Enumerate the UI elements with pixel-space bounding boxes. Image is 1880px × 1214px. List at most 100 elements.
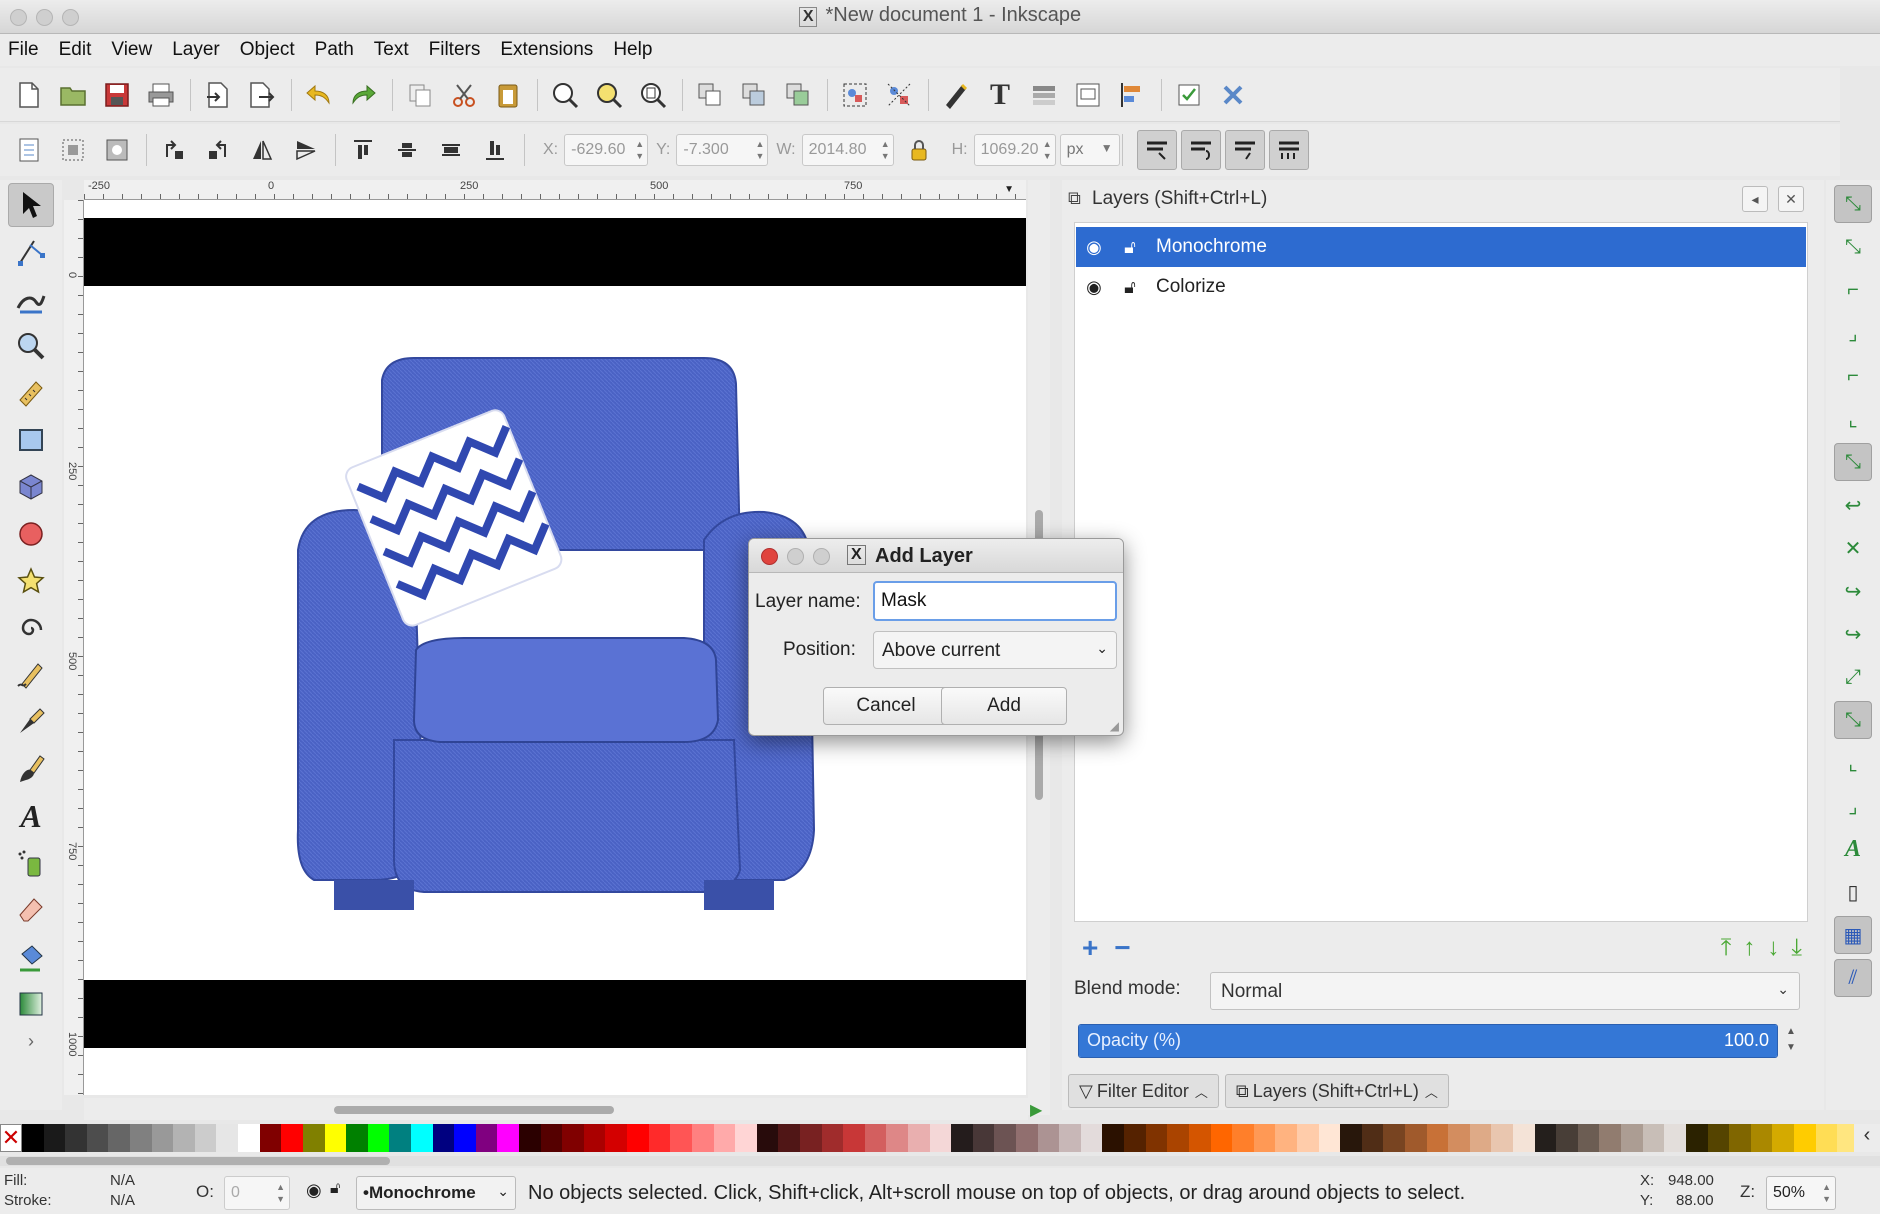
scale-corners-toggle[interactable] xyxy=(1180,130,1221,170)
color-swatch[interactable] xyxy=(302,1124,325,1152)
color-swatch[interactable] xyxy=(238,1124,260,1152)
color-swatch[interactable] xyxy=(475,1124,498,1152)
color-swatch[interactable] xyxy=(43,1124,66,1152)
no-paint-swatch[interactable]: ✕ xyxy=(0,1124,22,1152)
height-spinner-icon[interactable]: ▲ ▼ xyxy=(1043,138,1052,162)
blend-mode-select[interactable]: Normal ⌄ xyxy=(1210,972,1800,1010)
snap-center-icon[interactable]: ⌞ xyxy=(1834,744,1872,782)
new-document-icon[interactable] xyxy=(12,78,46,112)
raise-to-top-icon[interactable] xyxy=(346,133,380,167)
menu-edit[interactable]: Edit xyxy=(59,39,92,61)
snap-bbox-corner-icon[interactable]: ⌟ xyxy=(1834,314,1872,352)
tab-filter-editor[interactable]: ▽ Filter Editor ︿ xyxy=(1068,1074,1219,1108)
color-swatch[interactable] xyxy=(1296,1124,1319,1152)
color-swatch[interactable] xyxy=(1253,1124,1276,1152)
color-swatch[interactable] xyxy=(1016,1124,1038,1152)
menu-layer[interactable]: Layer xyxy=(172,39,220,61)
text-tool-icon[interactable]: A xyxy=(8,794,54,838)
color-swatch[interactable] xyxy=(1037,1124,1060,1152)
color-swatch[interactable] xyxy=(1707,1124,1730,1152)
ellipse-tool-icon[interactable] xyxy=(8,512,54,556)
spray-tool-icon[interactable] xyxy=(8,841,54,885)
dock-iconify-button[interactable]: ◂ xyxy=(1742,186,1768,212)
snap-text-baseline-icon[interactable]: A xyxy=(1834,830,1872,868)
paste-icon[interactable] xyxy=(491,78,525,112)
redo-icon[interactable] xyxy=(346,78,380,112)
color-swatch[interactable] xyxy=(778,1124,800,1152)
align-distribute-icon[interactable] xyxy=(1115,78,1149,112)
add-button[interactable]: Add xyxy=(941,687,1067,725)
snap-grid-icon[interactable]: ▦ xyxy=(1834,916,1872,954)
opacity-slider[interactable]: Opacity (%) 100.0 xyxy=(1078,1024,1778,1058)
color-swatch[interactable] xyxy=(583,1124,606,1152)
color-swatch[interactable] xyxy=(367,1124,390,1152)
color-swatch[interactable] xyxy=(1405,1124,1427,1152)
color-swatch[interactable] xyxy=(1513,1124,1535,1152)
export-icon[interactable] xyxy=(245,78,279,112)
snap-path-icon[interactable]: ↩ xyxy=(1834,486,1872,524)
color-swatch[interactable] xyxy=(22,1124,44,1152)
color-swatch[interactable] xyxy=(1383,1124,1405,1152)
palette-scroll-thumb[interactable] xyxy=(6,1157,390,1165)
palette-menu-icon[interactable]: ‹ xyxy=(1854,1124,1880,1152)
color-swatch[interactable] xyxy=(216,1124,239,1152)
dock-close-button[interactable]: ✕ xyxy=(1778,186,1804,212)
menu-text[interactable]: Text xyxy=(374,39,409,61)
cut-icon[interactable] xyxy=(447,78,481,112)
color-swatch[interactable] xyxy=(1815,1124,1838,1152)
import-icon[interactable] xyxy=(201,78,235,112)
color-swatch[interactable] xyxy=(194,1124,217,1152)
color-swatch[interactable] xyxy=(1642,1124,1665,1152)
lower-to-bottom-icon[interactable] xyxy=(478,133,512,167)
tab-layers[interactable]: ⧉ Layers (Shift+Ctrl+L) ︿ xyxy=(1224,1074,1449,1108)
group-icon[interactable] xyxy=(838,78,872,112)
color-managed-icon[interactable]: ▶ xyxy=(1030,1100,1042,1120)
snap-smooth-icon[interactable]: ↪ xyxy=(1834,615,1872,653)
snap-page-icon[interactable]: ▯ xyxy=(1834,873,1872,911)
lock-open-icon[interactable]: 🔓︎ xyxy=(1112,277,1148,298)
color-swatch[interactable] xyxy=(627,1124,649,1152)
color-swatch[interactable] xyxy=(1210,1124,1233,1152)
document-props-icon[interactable] xyxy=(1071,78,1105,112)
color-swatch[interactable] xyxy=(1145,1124,1168,1152)
color-swatch[interactable] xyxy=(929,1124,952,1152)
zoom-field[interactable]: 50% ▲ ▼ xyxy=(1766,1176,1836,1210)
chevron-right-icon[interactable]: › xyxy=(8,1029,54,1053)
unit-select[interactable]: px ▼ xyxy=(1059,134,1120,166)
color-swatch[interactable] xyxy=(1167,1124,1189,1152)
color-swatch[interactable] xyxy=(108,1124,131,1152)
x-spinner-icon[interactable]: ▲ ▼ xyxy=(635,138,644,162)
spiral-tool-icon[interactable] xyxy=(8,606,54,650)
color-swatch[interactable] xyxy=(540,1124,563,1152)
color-swatch[interactable] xyxy=(173,1124,195,1152)
color-swatch[interactable] xyxy=(432,1124,455,1152)
menu-path[interactable]: Path xyxy=(315,39,354,61)
color-swatch[interactable] xyxy=(994,1124,1017,1152)
color-swatch[interactable] xyxy=(1340,1124,1362,1152)
print-icon[interactable] xyxy=(144,78,178,112)
text-font-icon[interactable]: T xyxy=(983,78,1017,112)
rectangle-tool-icon[interactable] xyxy=(8,418,54,462)
width-spinner-icon[interactable]: ▲ ▼ xyxy=(881,138,890,162)
select-all-icon[interactable] xyxy=(12,133,46,167)
dialog-close-button[interactable] xyxy=(761,548,778,565)
color-swatch[interactable] xyxy=(907,1124,930,1152)
flip-vertical-icon[interactable] xyxy=(289,133,323,167)
snap-bbox-icon[interactable]: ⤡ xyxy=(1834,228,1872,266)
color-swatch[interactable] xyxy=(519,1124,541,1152)
unlink-clone-icon[interactable] xyxy=(781,78,815,112)
color-swatch[interactable] xyxy=(886,1124,908,1152)
xml-editor-icon[interactable] xyxy=(1027,78,1061,112)
y-coordinate-field[interactable]: -7.300 ▲ ▼ xyxy=(676,134,769,166)
lower-layer-icon[interactable]: ↓ xyxy=(1767,934,1779,962)
horizontal-scroll-thumb[interactable] xyxy=(334,1106,614,1114)
color-swatch[interactable] xyxy=(1469,1124,1492,1152)
color-swatch[interactable] xyxy=(713,1124,736,1152)
width-field[interactable]: 2014.80 ▲ ▼ xyxy=(801,134,894,166)
palette-scrollbar[interactable] xyxy=(0,1156,1880,1166)
color-swatch[interactable] xyxy=(1750,1124,1773,1152)
color-swatch[interactable] xyxy=(86,1124,109,1152)
menu-extensions[interactable]: Extensions xyxy=(500,39,593,61)
resize-grip-icon[interactable]: ◢ xyxy=(1110,719,1119,733)
menu-filters[interactable]: Filters xyxy=(429,39,481,61)
